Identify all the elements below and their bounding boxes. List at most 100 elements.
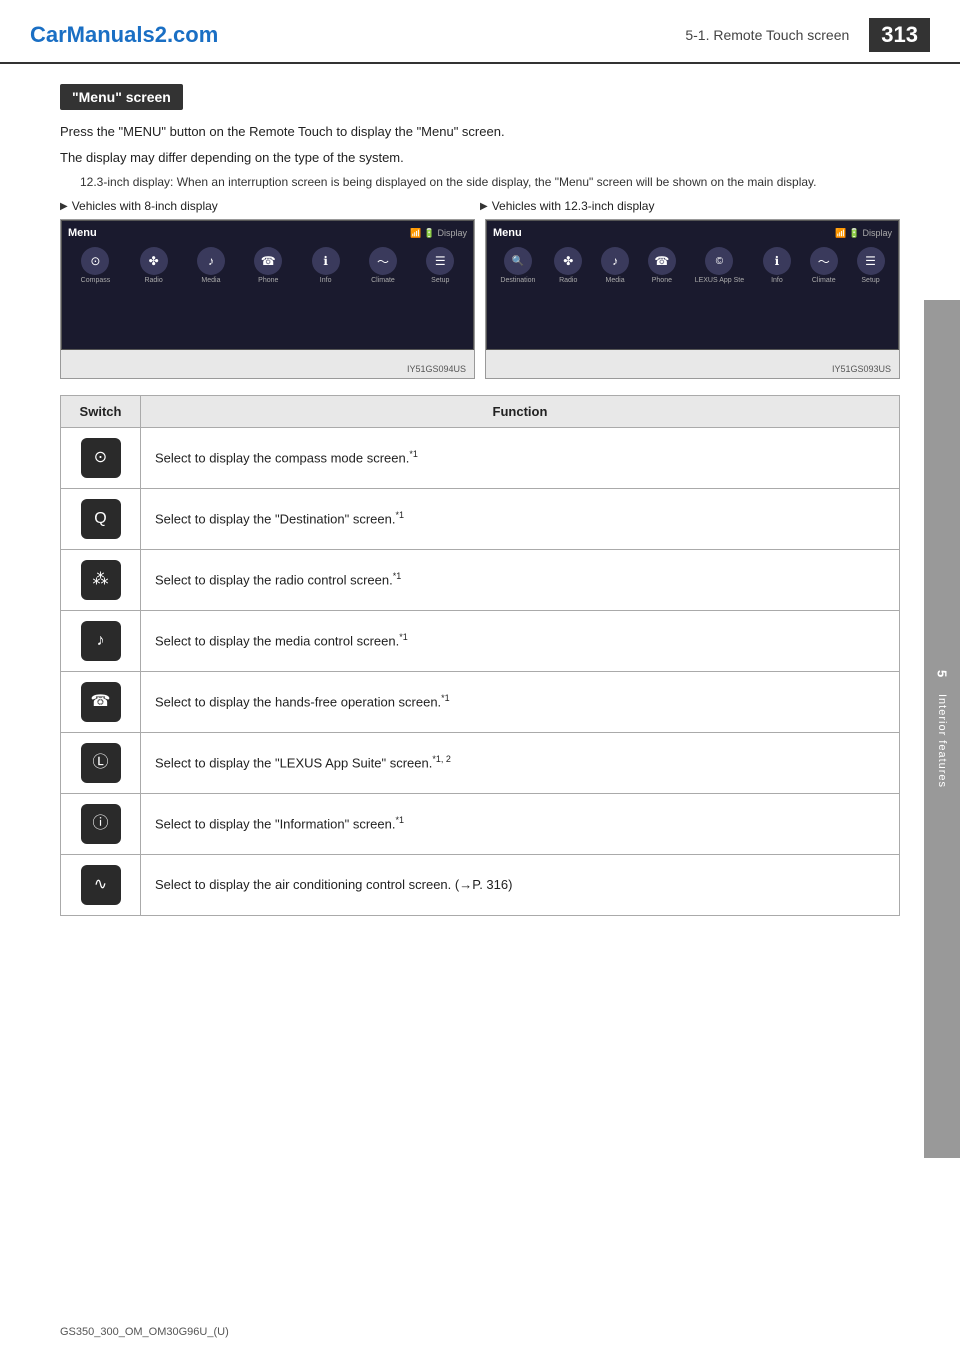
menu-icon-media-12: ♪ Media <box>601 247 629 284</box>
menu-icons-area-8: ⊙ Compass ✤ Radio ♪ Media ☎ <box>68 247 467 284</box>
switch-cell: ⓘ <box>61 794 141 855</box>
menu-screen-12: Menu 📶 🔋 Display 🔍 Destination ✤ Radio <box>486 220 899 350</box>
destination-icon: Q <box>81 499 121 539</box>
setup-circle: ☰ <box>426 247 454 275</box>
menu-title-bar-8: Menu 📶 🔋 Display <box>68 227 467 239</box>
phone-label: Phone <box>258 277 278 284</box>
menu-icon-compass: ⊙ Compass <box>81 247 111 284</box>
switch-cell: ∿ <box>61 855 141 916</box>
header-right: 5-1. Remote Touch screen 313 <box>685 18 930 52</box>
screenshot-id-8: IY51GS094US <box>407 364 466 374</box>
menu-icon-media: ♪ Media <box>197 247 225 284</box>
menu-icon-lexus-12: © LEXUS App Ste <box>695 247 744 284</box>
function-cell: Select to display the compass mode scree… <box>141 428 900 489</box>
climate-label: Climate <box>371 277 395 284</box>
sidebar-label: Interior features <box>936 694 948 788</box>
climate-circle-12: 〜 <box>810 247 838 275</box>
function-cell: Select to display the media control scre… <box>141 611 900 672</box>
table-row: Ⓛ Select to display the "LEXUS App Suite"… <box>61 733 900 794</box>
screenshot-12inch: Menu 📶 🔋 Display 🔍 Destination ✤ Radio <box>485 219 900 379</box>
table-row: ∿Select to display the air conditioning … <box>61 855 900 916</box>
screenshot-8inch: Menu 📶 🔋 Display ⊙ Compass ✤ Radio <box>60 219 475 379</box>
switch-cell: Ⓛ <box>61 733 141 794</box>
screenshots-row: Menu 📶 🔋 Display ⊙ Compass ✤ Radio <box>60 219 900 379</box>
table-row: ☎ Select to display the hands-free operat… <box>61 672 900 733</box>
superscript: *1, 2 <box>432 754 451 764</box>
table-row: ⊙ Select to display the compass mode scre… <box>61 428 900 489</box>
menu-status-bar-12: 📶 🔋 Display <box>835 228 892 239</box>
sidebar-tab: 5 Interior features <box>924 300 960 1158</box>
radio-label-12: Radio <box>559 277 577 284</box>
menu-icon-climate: 〜 Climate <box>369 247 397 284</box>
menu-icon-radio: ✤ Radio <box>140 247 168 284</box>
menu-title-8: Menu <box>68 227 97 239</box>
footer-document-id: GS350_300_OM_OM30G96U_(U) <box>60 1326 229 1338</box>
table-row: ♪ Select to display the media control scr… <box>61 611 900 672</box>
destination-label: Destination <box>500 277 535 284</box>
table-row: ⁂ Select to display the radio control scr… <box>61 550 900 611</box>
phone-label-12: Phone <box>652 277 672 284</box>
page: CarManuals2.com 5-1. Remote Touch screen… <box>0 0 960 1358</box>
menu-icon-info: ℹ Info <box>312 247 340 284</box>
screenshot-id-12: IY51GS093US <box>832 364 891 374</box>
function-cell: Select to display the "LEXUS App Suite" … <box>141 733 900 794</box>
climate-circle: 〜 <box>369 247 397 275</box>
menu-title-bar-12: Menu 📶 🔋 Display <box>493 227 892 239</box>
function-cell: Select to display the "Destination" scre… <box>141 489 900 550</box>
superscript: *1 <box>399 632 408 642</box>
intro-text-1: Press the "MENU" button on the Remote To… <box>60 122 900 142</box>
menu-icon-climate-12: 〜 Climate <box>810 247 838 284</box>
menu-icon-setup-12: ☰ Setup <box>857 247 885 284</box>
compass-label: Compass <box>81 277 111 284</box>
phone-circle-12: ☎ <box>648 247 676 275</box>
menu-icons-area-12: 🔍 Destination ✤ Radio ♪ Media ☎ <box>493 247 892 284</box>
logo: CarManuals2.com <box>30 22 218 48</box>
sidebar-number: 5 <box>935 670 950 677</box>
note-text: 12.3-inch display: When an interruption … <box>80 173 900 191</box>
table-row: ⓘ Select to display the "Information" scr… <box>61 794 900 855</box>
setup-label-12: Setup <box>861 277 879 284</box>
menu-icon-radio-12: ✤ Radio <box>554 247 582 284</box>
media-label-12: Media <box>606 277 625 284</box>
media-circle-12: ♪ <box>601 247 629 275</box>
lexus-app-icon: Ⓛ <box>81 743 121 783</box>
info-label: Info <box>320 277 332 284</box>
menu-title-12: Menu <box>493 227 522 239</box>
function-cell: Select to display the hands-free operati… <box>141 672 900 733</box>
radio-circle: ✤ <box>140 247 168 275</box>
function-cell: Select to display the "Information" scre… <box>141 794 900 855</box>
menu-icon-info-12: ℹ Info <box>763 247 791 284</box>
menu-screen-8: Menu 📶 🔋 Display ⊙ Compass ✤ Radio <box>61 220 474 350</box>
superscript: *1 <box>409 449 418 459</box>
info-icon: ⓘ <box>81 804 121 844</box>
lexus-label-12: LEXUS App Ste <box>695 277 744 284</box>
destination-circle: 🔍 <box>504 247 532 275</box>
media-icon: ♪ <box>81 621 121 661</box>
compass-icon: ⊙ <box>81 438 121 478</box>
menu-status-bar-8: 📶 🔋 Display <box>410 228 467 239</box>
function-cell: Select to display the radio control scre… <box>141 550 900 611</box>
page-number: 313 <box>869 18 930 52</box>
chapter-title: 5-1. Remote Touch screen <box>685 27 849 43</box>
superscript: *1 <box>395 510 404 520</box>
main-content: "Menu" screen Press the "MENU" button on… <box>0 64 960 936</box>
page-header: CarManuals2.com 5-1. Remote Touch screen… <box>0 0 960 64</box>
menu-icon-phone-12: ☎ Phone <box>648 247 676 284</box>
setup-circle-12: ☰ <box>857 247 885 275</box>
radio-label: Radio <box>144 277 162 284</box>
table-header-function: Function <box>141 396 900 428</box>
switch-cell: ⊙ <box>61 428 141 489</box>
climate-icon: ∿ <box>81 865 121 905</box>
superscript: *1 <box>441 693 450 703</box>
climate-label-12: Climate <box>812 277 836 284</box>
table-header-switch: Switch <box>61 396 141 428</box>
radio-icon: ⁂ <box>81 560 121 600</box>
vehicle-labels: Vehicles with 8-inch display Vehicles wi… <box>60 199 900 213</box>
lexus-circle-12: © <box>705 247 733 275</box>
media-circle: ♪ <box>197 247 225 275</box>
switch-function-table: Switch Function ⊙ Select to display the c… <box>60 395 900 916</box>
switch-cell: ☎ <box>61 672 141 733</box>
phone-circle: ☎ <box>254 247 282 275</box>
phone-icon: ☎ <box>81 682 121 722</box>
compass-circle: ⊙ <box>81 247 109 275</box>
